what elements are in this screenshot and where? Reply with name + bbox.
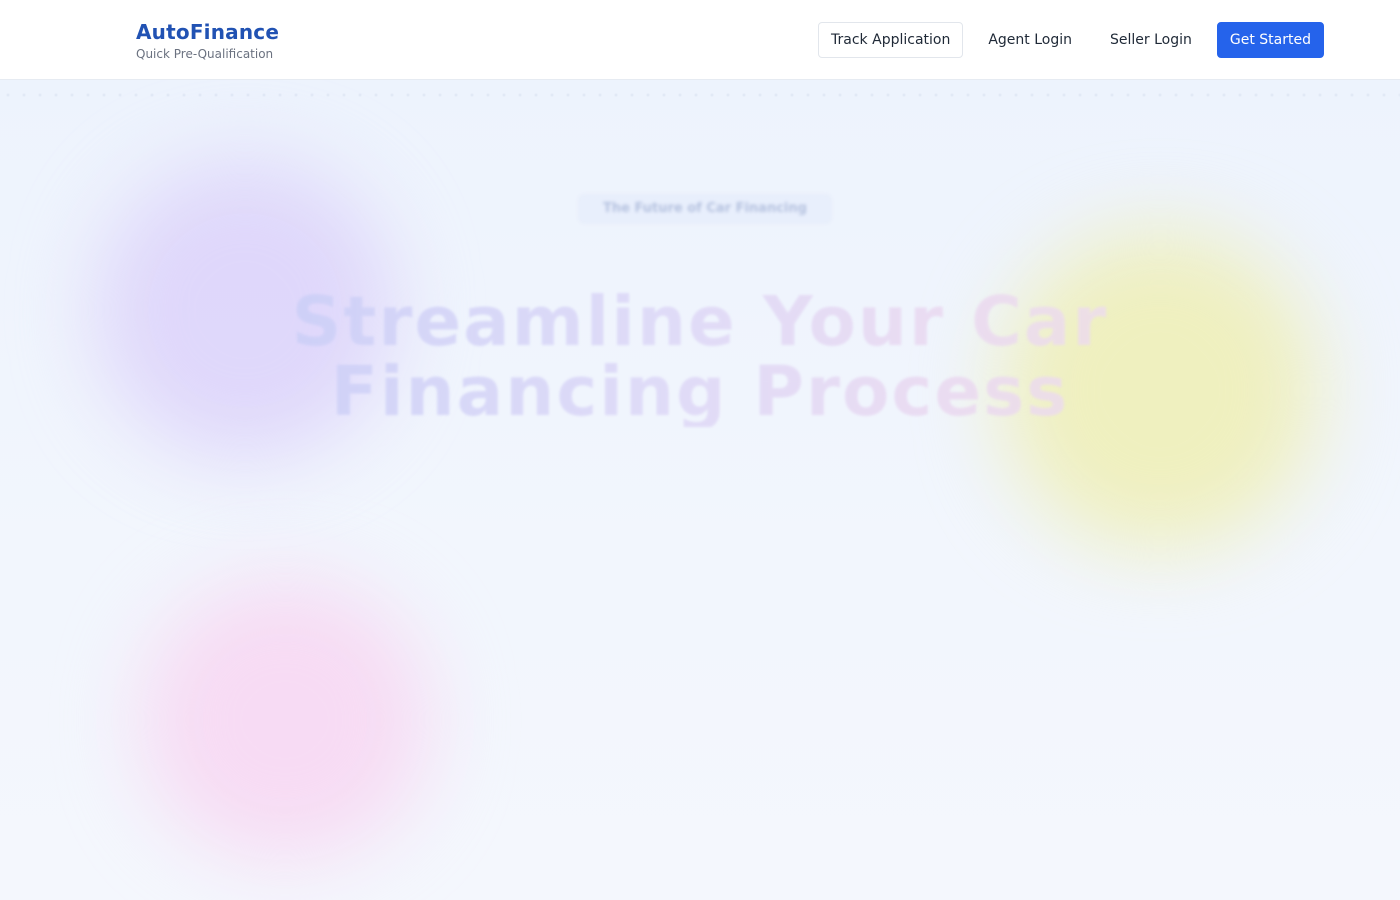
hero-title: Streamline Your Car Financing Process — [200, 287, 1200, 427]
hero-badge: The Future of Car Financing — [578, 194, 832, 224]
brand-name[interactable]: AutoFinance — [136, 19, 279, 45]
top-navbar: AutoFinance Quick Pre-Qualification Trac… — [0, 0, 1400, 80]
decorative-blob-pink — [140, 580, 430, 860]
track-application-button[interactable]: Track Application — [818, 22, 964, 58]
brand[interactable]: AutoFinance Quick Pre-Qualification — [136, 19, 279, 62]
nav-actions: Track Application Agent Login Seller Log… — [818, 22, 1324, 58]
hero-dot-pattern — [0, 88, 1400, 102]
hero-section: The Future of Car Financing Streamline Y… — [0, 80, 1400, 900]
seller-login-button[interactable]: Seller Login — [1097, 22, 1205, 58]
brand-tagline: Quick Pre-Qualification — [136, 47, 274, 61]
agent-login-button[interactable]: Agent Login — [975, 22, 1085, 58]
get-started-button[interactable]: Get Started — [1216, 22, 1324, 58]
